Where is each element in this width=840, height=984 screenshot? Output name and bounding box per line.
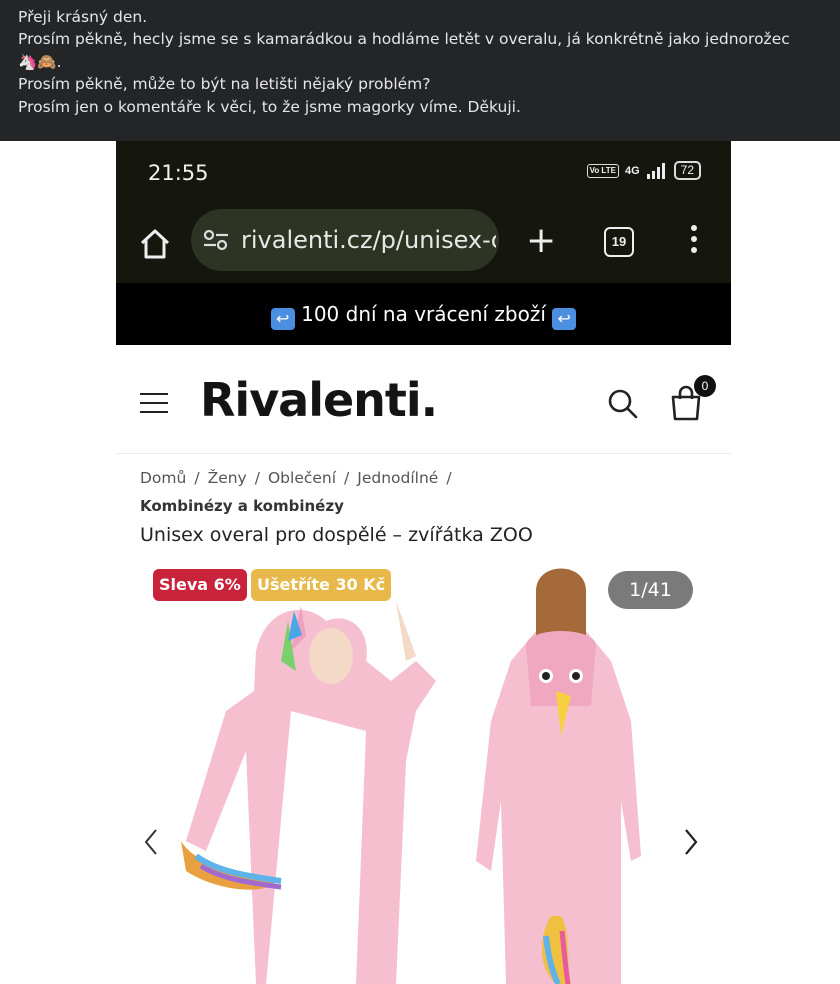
status-time: 21:55 xyxy=(148,161,209,185)
post-line: 🦄🙈. xyxy=(18,52,62,71)
address-bar[interactable]: rivalenti.cz/p/unisex-c xyxy=(191,209,499,271)
promo-text: 100 dní na vrácení zboží xyxy=(301,302,546,326)
return-icon: ↩ xyxy=(270,308,295,330)
breadcrumb-separator: / xyxy=(446,469,452,487)
breadcrumb-item[interactable]: Jednodílné xyxy=(357,469,438,487)
discount-badge: Sleva 6% xyxy=(153,569,247,601)
signal-icon xyxy=(646,162,665,179)
breadcrumb-item[interactable]: Ženy xyxy=(208,469,247,487)
home-icon[interactable] xyxy=(138,227,172,261)
image-counter: 1/41 xyxy=(608,571,693,609)
breadcrumb-item[interactable]: Domů xyxy=(140,469,186,487)
phone-screenshot: 21:55 Vo LTE 4G 72 rivalenti.cz/p/unisex… xyxy=(116,141,731,984)
product-title: Unisex overal pro dospělé – zvířátka ZOO xyxy=(140,524,533,546)
hamburger-menu-icon[interactable] xyxy=(140,393,168,420)
breadcrumb: Domů / Ženy / Oblečení / Jednodílné / xyxy=(140,469,460,487)
post-line: Přeji krásný den. xyxy=(18,8,148,26)
battery-icon: 72 xyxy=(673,161,701,180)
breadcrumb-current[interactable]: Kombinézy a kombinézy xyxy=(140,497,344,515)
site-logo[interactable]: Rivalenti. xyxy=(200,373,438,427)
url-text[interactable]: rivalenti.cz/p/unisex-c xyxy=(241,226,496,254)
prev-image-arrow-icon[interactable] xyxy=(142,827,160,857)
status-icons: Vo LTE 4G 72 xyxy=(586,161,701,180)
search-icon[interactable] xyxy=(608,389,638,419)
return-icon: ↩ xyxy=(552,308,577,330)
savings-badge: Ušetříte 30 Kč xyxy=(251,569,392,601)
network-label: 4G xyxy=(624,164,640,177)
status-bar: 21:55 Vo LTE 4G 72 xyxy=(116,141,731,205)
next-image-arrow-icon[interactable] xyxy=(682,827,700,857)
post-line: Prosím pěkně, hecly jsme se s kamarádkou… xyxy=(18,30,790,49)
breadcrumb-separator: / xyxy=(254,469,260,487)
breadcrumb-separator: / xyxy=(344,469,350,487)
breadcrumb-separator: / xyxy=(194,469,200,487)
overflow-menu-icon[interactable] xyxy=(691,225,697,258)
site-header: Rivalenti. 0 xyxy=(116,345,731,454)
product-gallery[interactable]: Sleva 6% Ušetříte 30 Kč 1/41 xyxy=(116,561,731,984)
post-line: Prosím pěkně, může to být na letišti něj… xyxy=(18,75,431,94)
product-photo[interactable] xyxy=(116,561,731,984)
new-tab-icon[interactable]: + xyxy=(526,223,556,259)
post-image[interactable]: 21:55 Vo LTE 4G 72 rivalenti.cz/p/unisex… xyxy=(0,141,840,984)
breadcrumb-item[interactable]: Oblečení xyxy=(268,469,336,487)
tab-switcher-button[interactable]: 19 xyxy=(604,227,634,257)
site-settings-icon[interactable] xyxy=(203,229,229,251)
post-text: Přeji krásný den. Prosím pěkně, hecly js… xyxy=(18,6,828,118)
promo-banner: ↩ 100 dní na vrácení zboží ↩ xyxy=(116,283,731,345)
volte-icon: Vo LTE xyxy=(586,163,619,178)
browser-toolbar: rivalenti.cz/p/unisex-c + 19 xyxy=(116,205,731,283)
post-line: Prosím jen o komentáře k věci, to že jsm… xyxy=(18,97,521,116)
cart-count-badge: 0 xyxy=(694,375,716,397)
